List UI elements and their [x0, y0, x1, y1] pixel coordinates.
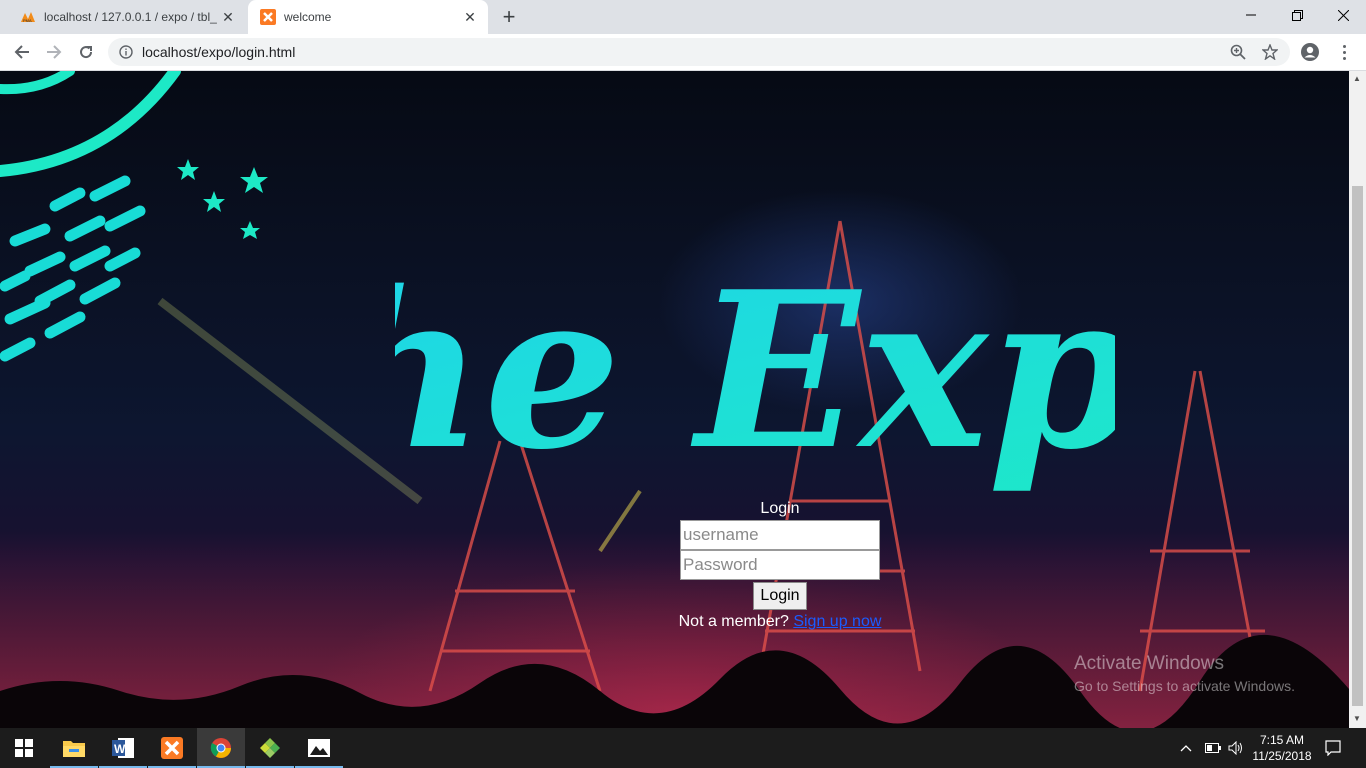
username-field[interactable] [680, 520, 880, 550]
taskbar-clock[interactable]: 7:15 AM 11/25/2018 [1250, 732, 1314, 764]
signup-link[interactable]: Sign up now [793, 613, 881, 630]
close-icon[interactable]: ✕ [460, 7, 480, 27]
login-title: Login [760, 500, 800, 517]
xampp-taskbar-icon[interactable] [148, 728, 196, 768]
page-viewport: the Expo Login Login Not a member? Sign … [0, 71, 1349, 728]
url-text[interactable]: localhost/expo/login.html [142, 44, 1226, 60]
logo-text: the Expo [395, 244, 1115, 497]
file-explorer-icon[interactable] [50, 728, 98, 768]
reload-button[interactable] [72, 38, 100, 66]
restore-button[interactable] [1274, 0, 1320, 30]
new-tab-button[interactable]: + [496, 4, 522, 29]
phpmyadmin-icon: PMA [20, 9, 36, 25]
menu-icon[interactable] [1336, 42, 1352, 62]
show-hidden-icons[interactable] [1180, 728, 1192, 768]
battery-icon[interactable] [1205, 728, 1221, 768]
chrome-icon[interactable] [197, 728, 245, 768]
action-center-icon[interactable] [1325, 728, 1341, 768]
close-icon[interactable]: ✕ [218, 7, 238, 27]
tab-strip: PMA localhost / 127.0.0.1 / expo / tbl_ … [0, 0, 1366, 34]
activate-windows-watermark: Activate Windows Go to Settings to activ… [1074, 653, 1295, 694]
windows-taskbar: W 7:15 AM 11/25/2018 [0, 728, 1366, 768]
scroll-up-icon[interactable]: ▲ [1353, 74, 1361, 83]
activate-subtitle: Go to Settings to activate Windows. [1074, 678, 1295, 694]
app-icon[interactable] [246, 728, 294, 768]
account-icon[interactable] [1300, 42, 1320, 62]
scroll-down-icon[interactable]: ▼ [1353, 714, 1361, 723]
svg-text:W: W [114, 742, 126, 756]
expo-logo: the Expo [395, 244, 1115, 497]
info-icon[interactable] [118, 44, 134, 60]
login-button[interactable]: Login [753, 582, 807, 610]
address-bar[interactable]: localhost/expo/login.html [108, 38, 1290, 66]
activate-title: Activate Windows [1074, 653, 1224, 674]
tab-title: welcome [284, 10, 332, 24]
clock-date: 11/25/2018 [1252, 749, 1312, 763]
volume-icon[interactable] [1228, 728, 1244, 768]
tab-title: localhost / 127.0.0.1 / expo / tbl_ [44, 10, 217, 24]
photos-icon[interactable] [295, 728, 343, 768]
tab-phpmyadmin[interactable]: PMA localhost / 127.0.0.1 / expo / tbl_ … [8, 0, 246, 34]
minimize-button[interactable] [1228, 0, 1274, 30]
bookmark-star-icon[interactable] [1258, 40, 1282, 64]
scrollbar-thumb[interactable] [1352, 186, 1363, 706]
xampp-icon [260, 9, 276, 25]
password-field[interactable] [680, 550, 880, 580]
start-icon[interactable] [0, 728, 48, 768]
not-member-text: Not a member? [678, 613, 789, 630]
page-scrollbar[interactable]: ▲ ▼ [1349, 71, 1366, 728]
zoom-icon[interactable] [1226, 40, 1250, 64]
browser-toolbar: localhost/expo/login.html [0, 34, 1366, 71]
svg-text:PMA: PMA [23, 18, 32, 23]
close-window-button[interactable] [1320, 0, 1366, 30]
forward-button[interactable] [40, 38, 68, 66]
tab-welcome[interactable]: welcome ✕ [248, 0, 488, 34]
clock-time: 7:15 AM [1259, 733, 1305, 747]
login-form: Login Login Not a member? Sign up now [600, 498, 960, 631]
signup-prompt: Not a member? Sign up now [600, 613, 960, 631]
back-button[interactable] [8, 38, 36, 66]
word-icon[interactable]: W [99, 728, 147, 768]
